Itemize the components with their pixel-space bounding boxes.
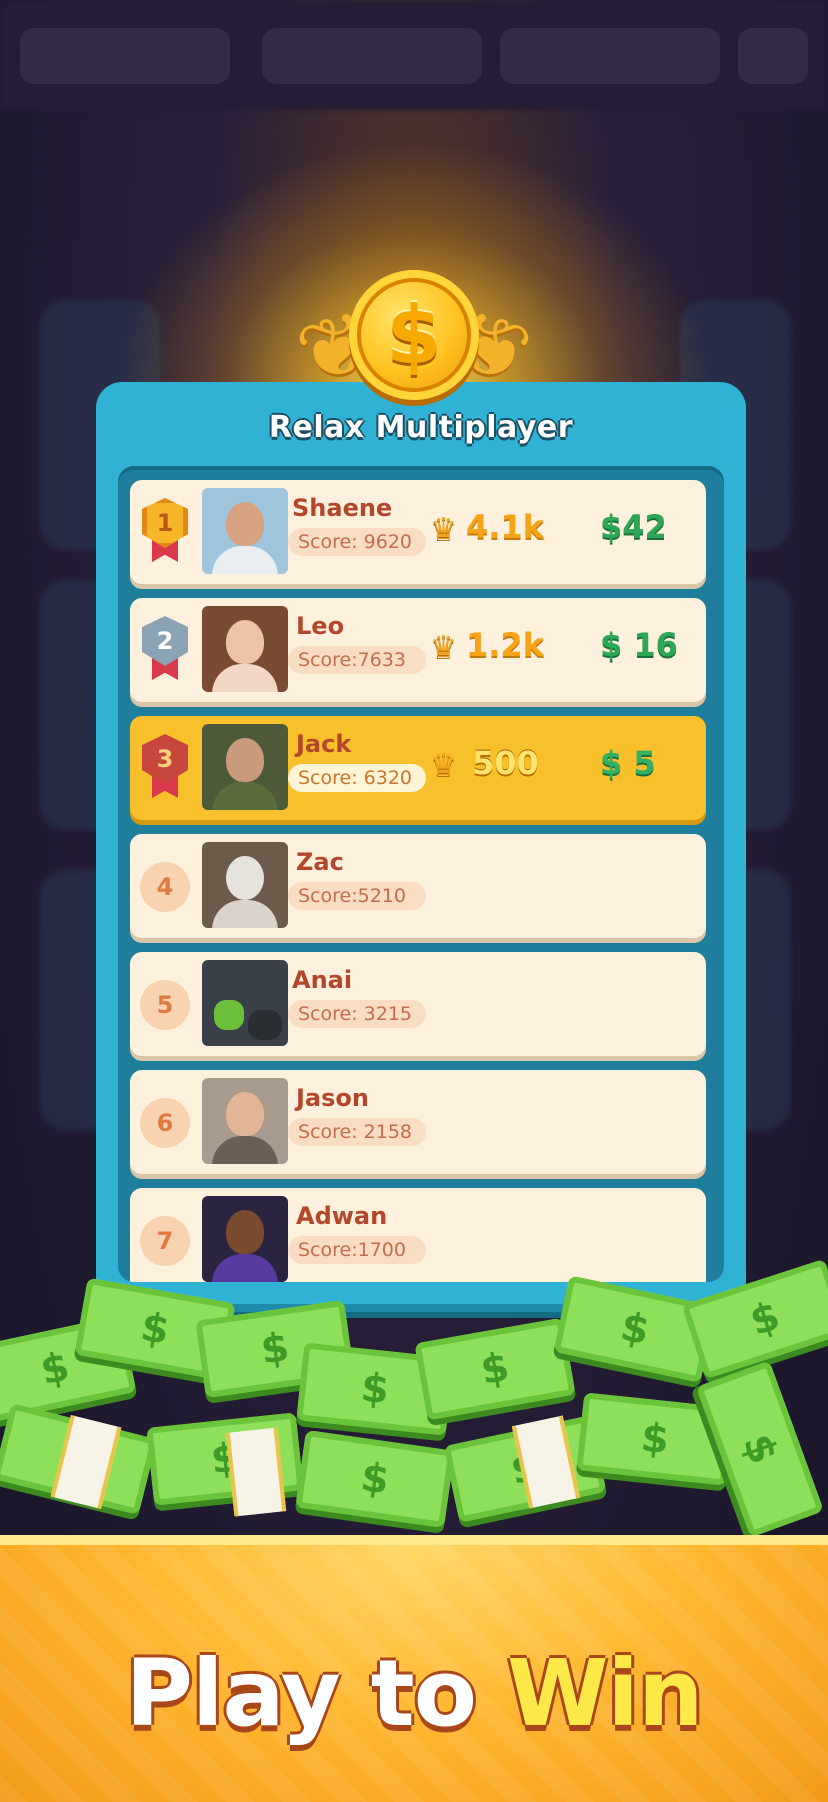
leaderboard-row[interactable]: 1 Shaene Score: 9620 ♛ 4.1k $42 <box>130 480 706 584</box>
leaderboard-row[interactable]: 2 Leo Score:7633 ♛ 1.2k $ 16 <box>130 598 706 702</box>
leaderboard-row[interactable]: 5 Anai Score: 3215 <box>130 952 706 1056</box>
cash-bill-icon: $ <box>414 1317 576 1421</box>
player-score: Score: 9620 <box>288 528 426 556</box>
avatar <box>202 606 288 692</box>
crown-value: 1.2k <box>466 626 544 664</box>
background-profile-pill <box>20 28 230 84</box>
cash-value: $42 <box>600 508 667 546</box>
crown-icon: ♛ <box>430 748 457 783</box>
tagline-win: Win <box>506 1640 704 1747</box>
background-menu-pill <box>738 28 808 84</box>
player-name: Leo <box>296 612 345 640</box>
background-cash-pill <box>500 28 720 84</box>
crown-icon: ♛ <box>430 630 457 665</box>
leaderboard-row[interactable]: 7 Adwan Score:1700 <box>130 1188 706 1282</box>
rank-badge-bronze-icon: 3 <box>142 734 188 798</box>
coin-emblem: ❦ ❦ $ <box>287 258 541 428</box>
player-score: Score: 3215 <box>288 1000 426 1028</box>
player-score: Score:5210 <box>288 882 426 910</box>
player-name: Jack <box>296 730 352 758</box>
player-name: Jason <box>296 1084 369 1112</box>
rank-number: 5 <box>140 980 190 1030</box>
leaderboard-panel: Relax Multiplayer 1 Shaene Score: 9620 ♛… <box>96 382 746 1312</box>
player-name: Anai <box>292 966 353 994</box>
rank-number: 7 <box>140 1216 190 1266</box>
rank-badge-gold-icon: 1 <box>142 498 188 562</box>
leaderboard-row-current-player[interactable]: 3 Jack Score: 6320 ♛ 500 $ 5 <box>130 716 706 820</box>
player-name: Zac <box>296 848 344 876</box>
player-score: Score:7633 <box>288 646 426 674</box>
avatar <box>202 1078 288 1164</box>
money-band <box>225 1427 287 1517</box>
avatar <box>202 488 288 574</box>
tagline-play-to: Play to <box>125 1640 477 1747</box>
player-score: Score: 6320 <box>288 764 426 792</box>
leaderboard-row[interactable]: 4 Zac Score:5210 <box>130 834 706 938</box>
player-name: Adwan <box>296 1202 388 1230</box>
leaderboard-list[interactable]: 1 Shaene Score: 9620 ♛ 4.1k $42 2 Leo Sc <box>118 466 724 1282</box>
cash-value: $ 16 <box>600 626 678 664</box>
cash-bill-icon: $ <box>681 1258 828 1380</box>
leaderboard-row[interactable]: 6 Jason Score: 2158 <box>130 1070 706 1174</box>
cash-bill-icon: $ <box>295 1429 455 1529</box>
player-name: Shaene <box>292 494 393 522</box>
crown-icon: ♛ <box>430 512 457 547</box>
player-score: Score: 2158 <box>288 1118 426 1146</box>
avatar <box>202 842 288 928</box>
crown-value: 4.1k <box>466 508 544 546</box>
avatar <box>202 724 288 810</box>
rank-number: 4 <box>140 862 190 912</box>
avatar <box>202 960 288 1046</box>
dollar-coin-icon: $ <box>349 270 479 400</box>
player-score: Score:1700 <box>288 1236 426 1264</box>
cash-value: $ 5 <box>600 744 656 782</box>
tagline: Play to Win <box>0 1640 828 1747</box>
crown-value: 500 <box>472 744 539 782</box>
rank-badge-silver-icon: 2 <box>142 616 188 680</box>
background-gem-pill <box>262 28 482 84</box>
cash-pile: $ $ $ $ $ $ $ $ $ $ $ $ $ <box>0 1258 828 1570</box>
promo-banner: Play to Win <box>0 1535 828 1802</box>
rank-number: 6 <box>140 1098 190 1148</box>
